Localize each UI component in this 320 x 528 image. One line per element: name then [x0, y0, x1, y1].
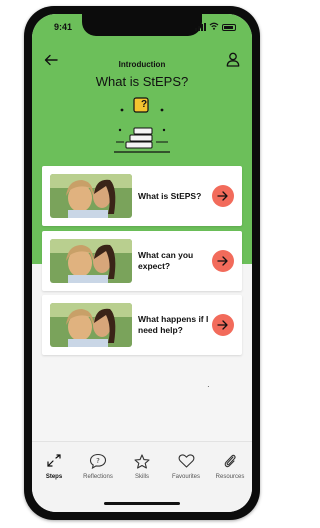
- tab-label: Favourites: [171, 474, 200, 480]
- arrow-right-icon[interactable]: [212, 314, 234, 336]
- arrow-right-icon[interactable]: [212, 185, 234, 207]
- card-label: What happens if I need help?: [138, 314, 209, 335]
- status-icons: [195, 22, 236, 32]
- tab-reflections[interactable]: ? Reflections: [76, 452, 120, 480]
- page-title: Introduction: [118, 60, 166, 69]
- card-label: What is StEPS?: [138, 190, 202, 201]
- home-indicator: [104, 502, 180, 505]
- reflections-icon: ?: [76, 452, 120, 470]
- tab-resources[interactable]: Resources: [208, 452, 252, 480]
- star-icon: [120, 452, 164, 470]
- arrow-right-icon[interactable]: [212, 250, 234, 272]
- card-photo: [50, 174, 132, 218]
- tab-skills[interactable]: Skills: [120, 452, 164, 480]
- app-screen: 9:41 Introduction What is StEPS? ? What …: [32, 14, 252, 512]
- signal-icon: [195, 23, 206, 31]
- tab-label: Reflections: [83, 474, 113, 480]
- page-subtitle: What is StEPS?: [95, 74, 189, 89]
- tab-favourites[interactable]: Favourites: [164, 452, 208, 480]
- card-photo: [50, 239, 132, 283]
- tab-label: Resources: [215, 474, 245, 480]
- tab-label: Skills: [134, 474, 149, 480]
- steps-icon: [32, 452, 76, 470]
- status-time: 9:41: [54, 22, 73, 32]
- decorative-dot: ·: [207, 382, 210, 391]
- battery-icon: [222, 23, 236, 31]
- heart-icon: [164, 452, 208, 470]
- phone-frame: 9:41 Introduction What is StEPS? ? What …: [24, 6, 260, 520]
- paperclip-icon: [208, 452, 252, 470]
- hero-badge-text: ?: [140, 99, 148, 110]
- svg-text:?: ?: [96, 457, 100, 465]
- hero-illustration: ?: [112, 92, 172, 158]
- card-what-is-steps[interactable]: What is StEPS?: [42, 166, 242, 226]
- card-what-happens-if-help[interactable]: What happens if I need help?: [42, 295, 242, 355]
- card-what-can-you-expect[interactable]: What can you expect?: [42, 231, 242, 291]
- tab-label: Steps: [45, 474, 63, 480]
- wifi-icon: [209, 22, 219, 32]
- tab-steps[interactable]: Steps: [32, 452, 76, 480]
- card-label: What can you expect?: [138, 250, 194, 271]
- phone-notch: [82, 14, 202, 36]
- card-photo: [50, 303, 132, 347]
